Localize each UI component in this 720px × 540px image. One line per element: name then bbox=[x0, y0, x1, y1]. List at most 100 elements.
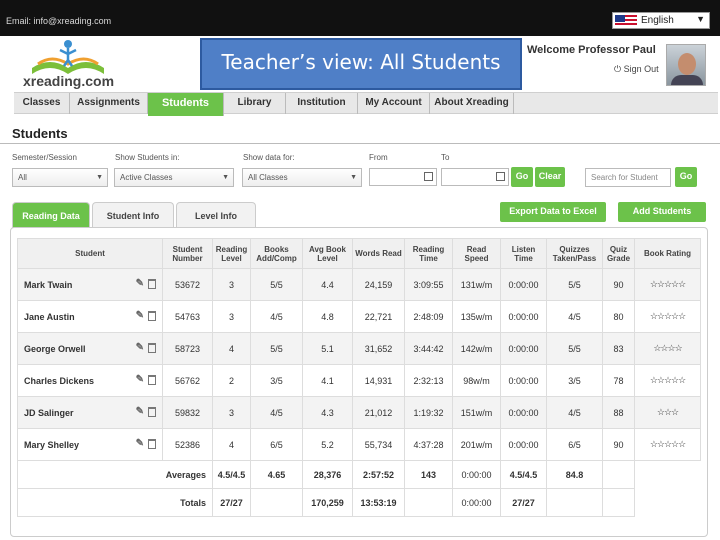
nav-institution[interactable]: Institution bbox=[286, 93, 358, 114]
edit-pencil-icon[interactable]: ✎ bbox=[136, 342, 144, 353]
filter-clear-button[interactable]: Clear bbox=[535, 167, 565, 187]
quizzes-cell: 4/5 bbox=[546, 396, 603, 429]
chevron-down-icon: ▼ bbox=[696, 14, 705, 24]
book-rating-cell: ☆☆☆ bbox=[634, 396, 701, 429]
trash-icon[interactable] bbox=[148, 278, 156, 289]
col-header-listen-time[interactable]: Listen Time bbox=[500, 238, 547, 269]
nav-classes[interactable]: Classes bbox=[14, 93, 70, 114]
col-header-quizzes[interactable]: Quizzes Taken/Pass bbox=[546, 238, 603, 269]
student-name[interactable]: Mary Shelley bbox=[24, 440, 79, 450]
student-name-cell: Mary Shelley ✎ bbox=[17, 428, 163, 461]
trash-icon[interactable] bbox=[148, 438, 156, 449]
calendar-icon[interactable] bbox=[424, 172, 433, 181]
tab-reading-data[interactable]: Reading Data bbox=[12, 202, 90, 228]
show-students-select[interactable]: Active Classes ▼ bbox=[114, 168, 234, 187]
search-go-button[interactable]: Go bbox=[675, 167, 697, 187]
col-header-quiz-grade[interactable]: Quiz Grade bbox=[602, 238, 635, 269]
col-header-student-number[interactable]: Student Number bbox=[162, 238, 213, 269]
averages-books: 4.5/4.5 bbox=[212, 460, 251, 489]
student-name[interactable]: Jane Austin bbox=[24, 312, 75, 322]
sign-out-label: Sign Out bbox=[623, 64, 659, 74]
sign-out-link[interactable]: ⏻ Sign Out bbox=[614, 64, 659, 75]
from-label: From bbox=[369, 153, 388, 162]
books-cell: 3/5 bbox=[250, 364, 303, 397]
totals-empty-5 bbox=[602, 488, 635, 517]
totals-empty-4 bbox=[546, 488, 603, 517]
welcome-message: Welcome Professor Paul bbox=[527, 44, 656, 56]
edit-pencil-icon[interactable]: ✎ bbox=[136, 310, 144, 321]
row-actions: ✎ bbox=[136, 438, 156, 449]
read-speed-cell: 201w/m bbox=[452, 428, 501, 461]
col-header-books[interactable]: Books Add/Comp bbox=[250, 238, 303, 269]
col-header-avg-book-level[interactable]: Avg Book Level bbox=[302, 238, 353, 269]
quizzes-cell: 4/5 bbox=[546, 300, 603, 333]
trash-icon[interactable] bbox=[148, 406, 156, 417]
show-data-select[interactable]: All Classes ▼ bbox=[242, 168, 362, 187]
table-row[interactable]: George Orwell ✎ 58723 4 5/5 5.1 31,652 3:44:42 1… bbox=[17, 332, 701, 365]
col-header-student[interactable]: Student bbox=[17, 238, 163, 269]
col-header-words-read[interactable]: Words Read bbox=[352, 238, 405, 269]
quizzes-cell: 5/5 bbox=[546, 332, 603, 365]
student-number-cell: 52386 bbox=[162, 428, 213, 461]
tab-level-info[interactable]: Level Info bbox=[176, 202, 256, 228]
student-name[interactable]: Charles Dickens bbox=[24, 376, 94, 386]
table-row[interactable]: JD Salinger ✎ 59832 3 4/5 4.3 21,012 1:19:32 151… bbox=[17, 396, 701, 429]
reading-level-cell: 2 bbox=[212, 364, 251, 397]
totals-listen: 0:00:00 bbox=[452, 488, 501, 517]
trash-icon[interactable] bbox=[148, 342, 156, 353]
col-header-read-speed[interactable]: Read Speed bbox=[452, 238, 501, 269]
row-actions: ✎ bbox=[136, 342, 156, 353]
quiz-grade-cell: 83 bbox=[602, 332, 635, 365]
logo-text[interactable]: xreading.com bbox=[23, 73, 114, 89]
nav-about[interactable]: About Xreading bbox=[430, 93, 514, 114]
filter-go-button[interactable]: Go bbox=[511, 167, 533, 187]
totals-quizzes: 27/27 bbox=[500, 488, 547, 517]
averages-grade: 84.8 bbox=[546, 460, 603, 489]
book-logo-icon bbox=[32, 40, 104, 74]
student-name-cell: Charles Dickens ✎ bbox=[17, 364, 163, 397]
student-name[interactable]: JD Salinger bbox=[24, 408, 74, 418]
reading-level-cell: 3 bbox=[212, 396, 251, 429]
edit-pencil-icon[interactable]: ✎ bbox=[136, 278, 144, 289]
col-header-reading-level[interactable]: Reading Level bbox=[212, 238, 251, 269]
language-select[interactable]: English ▼ bbox=[612, 12, 710, 29]
show-students-label: Show Students in: bbox=[115, 153, 180, 162]
table-row[interactable]: Jane Austin ✎ 54763 3 4/5 4.8 22,721 2:48:09 135… bbox=[17, 300, 701, 333]
reading-time-cell: 2:32:13 bbox=[404, 364, 453, 397]
edit-pencil-icon[interactable]: ✎ bbox=[136, 438, 144, 449]
listen-time-cell: 0:00:00 bbox=[500, 396, 547, 429]
calendar-icon[interactable] bbox=[496, 172, 505, 181]
averages-time: 2:57:52 bbox=[352, 460, 405, 489]
student-name-cell: George Orwell ✎ bbox=[17, 332, 163, 365]
listen-time-cell: 0:00:00 bbox=[500, 332, 547, 365]
nav-library[interactable]: Library bbox=[224, 93, 286, 114]
table-row[interactable]: Charles Dickens ✎ 56762 2 3/5 4.1 14,931 2:32:1… bbox=[17, 364, 701, 397]
quizzes-cell: 5/5 bbox=[546, 268, 603, 301]
words-read-cell: 31,652 bbox=[352, 332, 405, 365]
nav-my-account[interactable]: My Account bbox=[358, 93, 430, 114]
nav-students[interactable]: Students bbox=[148, 93, 224, 116]
col-header-reading-time[interactable]: Reading Time bbox=[404, 238, 453, 269]
tab-student-info[interactable]: Student Info bbox=[92, 202, 174, 228]
add-students-button[interactable]: Add Students bbox=[618, 202, 706, 222]
trash-icon[interactable] bbox=[148, 374, 156, 385]
student-name[interactable]: Mark Twain bbox=[24, 280, 72, 290]
averages-label: Averages bbox=[17, 460, 213, 489]
col-header-book-rating[interactable]: Book Rating bbox=[634, 238, 701, 269]
chevron-down-icon: ▼ bbox=[96, 174, 103, 181]
us-flag-icon bbox=[615, 15, 637, 27]
from-date-input[interactable] bbox=[369, 168, 437, 186]
student-name[interactable]: George Orwell bbox=[24, 344, 86, 354]
table-row[interactable]: Mary Shelley ✎ 52386 4 6/5 5.2 55,734 4:37:28 20… bbox=[17, 428, 701, 461]
to-date-input[interactable] bbox=[441, 168, 509, 186]
nav-assignments[interactable]: Assignments bbox=[70, 93, 148, 114]
student-search-input[interactable]: Search for Student bbox=[585, 168, 671, 187]
export-excel-button[interactable]: Export Data to Excel bbox=[500, 202, 606, 222]
semester-select[interactable]: All ▼ bbox=[12, 168, 108, 187]
trash-icon[interactable] bbox=[148, 310, 156, 321]
edit-pencil-icon[interactable]: ✎ bbox=[136, 406, 144, 417]
avg-book-level-cell: 5.2 bbox=[302, 428, 353, 461]
edit-pencil-icon[interactable]: ✎ bbox=[136, 374, 144, 385]
table-row[interactable]: Mark Twain ✎ 53672 3 5/5 4.4 24,159 3:09:55 131w… bbox=[17, 268, 701, 301]
totals-words: 170,259 bbox=[302, 488, 353, 517]
